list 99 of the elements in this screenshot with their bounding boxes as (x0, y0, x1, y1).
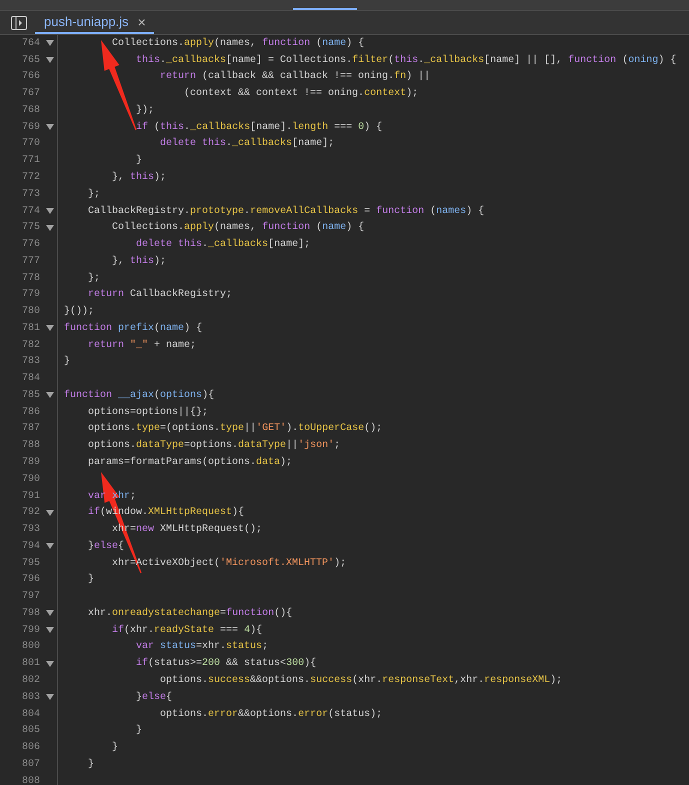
line-number: 798 (20, 608, 40, 619)
code-line: return CallbackRegistry; (87, 289, 232, 300)
code-line: CallbackRegistry.prototype.removeAllCallbacks = function (names) { (87, 206, 484, 217)
code-line: }, this); (111, 172, 166, 183)
line-number: 767 (20, 88, 40, 100)
code-line: options.error&&options.error(status); (159, 708, 382, 720)
line-number: 793 (20, 524, 40, 536)
code-line: if(xhr.readyState === 4){ (111, 624, 262, 636)
code-line: this._callbacks[name] = Collections.filter(this._callbacks[name] || [], function (oning) { (135, 54, 676, 66)
line-number: 799 (20, 624, 40, 636)
code-line: }else{ (87, 540, 124, 552)
code-line: var status=xhr.status; (135, 641, 268, 652)
line-number: 806 (20, 742, 40, 754)
line-number: 808 (20, 776, 40, 785)
line-number: 781 (20, 322, 40, 334)
sidebar-toggle-icon[interactable] (11, 16, 27, 30)
code-line: (context && context !== oning.context); (183, 88, 418, 100)
code-line: } (64, 356, 70, 368)
code-line: options.type=(options.type||'GET').toUpperCase(); (87, 423, 382, 434)
line-number: 795 (20, 558, 40, 569)
line-number: 804 (20, 708, 40, 720)
fold-triangle-icon[interactable] (46, 40, 54, 46)
line-number: 784 (20, 373, 40, 384)
line-number: 779 (20, 289, 40, 300)
code-line: if (this._callbacks[name].length === 0) { (135, 122, 382, 133)
line-number: 791 (20, 490, 40, 502)
code-line: params=formatParams(options.data); (87, 457, 292, 468)
file-tab[interactable]: push-uniapp.js (44, 14, 129, 29)
line-number: 775 (20, 222, 40, 234)
code-line: }; (87, 272, 100, 284)
fold-triangle-icon[interactable] (46, 124, 54, 130)
code-line: } (135, 155, 142, 166)
code-line: delete this._callbacks[name]; (135, 239, 310, 250)
line-number: 796 (20, 574, 40, 586)
code-line: delete this._callbacks[name]; (159, 138, 334, 150)
line-number: 772 (20, 172, 40, 183)
line-number: 774 (20, 206, 40, 217)
fold-triangle-icon[interactable] (46, 543, 54, 550)
code-line: Collections.apply(names, function (name) { (111, 38, 364, 49)
line-number: 797 (20, 591, 40, 602)
line-number: 788 (20, 440, 40, 452)
line-number: 766 (20, 71, 40, 82)
code-line: options.dataType=options.dataType||'json'; (87, 440, 340, 452)
close-button[interactable]: × (138, 14, 146, 30)
line-number: 782 (20, 340, 40, 351)
code-line: function prefix(name) { (64, 322, 202, 334)
line-number: 786 (20, 406, 40, 418)
line-number: 771 (20, 155, 40, 166)
line-number: 787 (20, 423, 40, 434)
fold-triangle-icon[interactable] (46, 392, 54, 398)
line-number: 789 (20, 457, 40, 468)
fold-triangle-icon[interactable] (46, 510, 54, 516)
code-line: } (135, 725, 142, 736)
line-number: 773 (20, 188, 40, 200)
line-number: 790 (20, 474, 40, 485)
code-line: function __ajax(options){ (64, 390, 214, 401)
fold-triangle-icon[interactable] (46, 694, 54, 700)
line-number: 805 (20, 725, 40, 736)
code-line: }, this); (111, 256, 166, 267)
code-line: Collections.apply(names, function (name) { (111, 222, 364, 234)
line-number: 776 (20, 239, 40, 250)
code-line: }; (87, 188, 100, 200)
code-line: }); (135, 104, 154, 116)
line-number: 807 (20, 758, 40, 770)
line-number: 794 (20, 540, 40, 552)
fold-triangle-icon[interactable] (46, 325, 54, 332)
active-tab-indicator (293, 8, 357, 10)
line-number: 769 (20, 122, 40, 133)
fold-triangle-icon[interactable] (46, 224, 54, 231)
code-line: } (111, 742, 118, 754)
line-number: 764 (20, 38, 40, 49)
line-number: 785 (20, 390, 40, 401)
fold-triangle-icon[interactable] (46, 660, 54, 667)
line-number: 801 (20, 658, 40, 670)
code-line: } (87, 758, 94, 770)
code-line: return (callback && callback !== oning.fn) || (159, 71, 430, 82)
code-line: xhr.onreadystatechange=function(){ (87, 608, 292, 619)
fold-triangle-icon[interactable] (46, 610, 54, 616)
code-line: options.success&&options.success(xhr.responseText,xhr.responseXML); (159, 674, 562, 686)
line-number: 768 (20, 104, 40, 116)
code-line: if(status>=200 && status<300){ (135, 658, 316, 670)
code-line: }else{ (135, 692, 172, 703)
code-line: return "_" + name; (87, 340, 196, 351)
line-number: 792 (20, 507, 40, 518)
fold-triangle-icon[interactable] (46, 208, 54, 214)
line-number: 765 (20, 54, 40, 66)
line-number: 780 (20, 306, 40, 318)
line-number: 802 (20, 674, 40, 686)
line-number: 778 (20, 272, 40, 284)
line-number: 803 (20, 692, 40, 703)
code-line: options=options||{}; (87, 406, 208, 418)
code-line: }()); (64, 306, 94, 318)
line-number: 783 (20, 356, 40, 368)
line-number: 770 (20, 138, 40, 150)
code-line: } (87, 574, 94, 586)
line-number: 777 (20, 256, 40, 267)
fold-triangle-icon[interactable] (46, 627, 54, 634)
fold-triangle-icon[interactable] (46, 57, 54, 64)
line-number: 800 (20, 641, 40, 652)
